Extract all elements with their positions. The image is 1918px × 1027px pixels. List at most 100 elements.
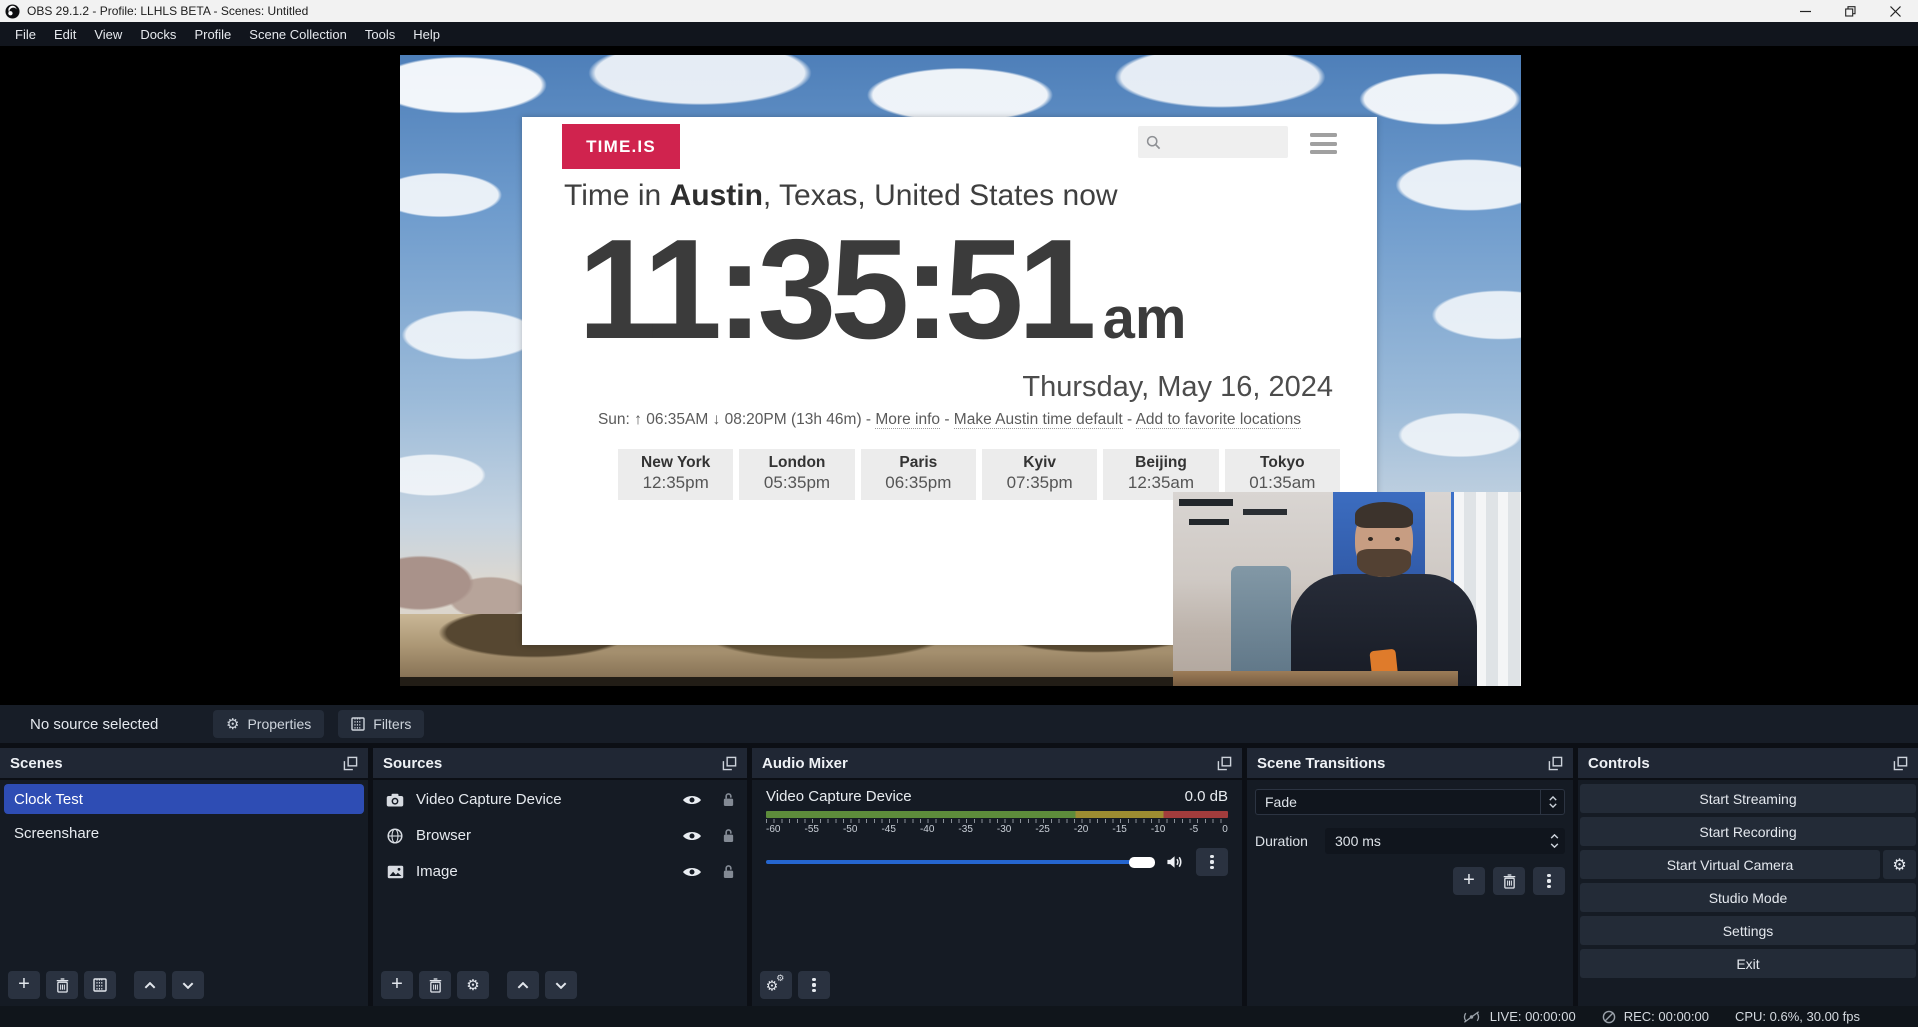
source-properties-button[interactable]: ⚙ — [457, 971, 489, 999]
source-row-browser[interactable]: Browser — [373, 819, 747, 852]
transition-properties-button[interactable] — [1533, 867, 1565, 895]
cpu-fps-status: CPU: 0.6%, 30.00 fps — [1735, 1009, 1860, 1024]
timeis-date: Thursday, May 16, 2024 — [1022, 371, 1333, 404]
settings-button[interactable]: Settings — [1580, 916, 1916, 945]
menu-view[interactable]: View — [85, 27, 131, 42]
transition-selected-value: Fade — [1256, 794, 1540, 810]
audio-mixer-panel: Audio Mixer Video Capture Device 0.0 dB … — [752, 748, 1242, 1006]
popout-icon[interactable] — [722, 756, 737, 771]
source-row-video-capture[interactable]: Video Capture Device — [373, 783, 747, 816]
timeis-sun-line: Sun: ↑ 06:35AM ↓ 08:20PM (13h 46m) - Mor… — [522, 411, 1377, 429]
filters-button[interactable]: Filters — [338, 710, 424, 738]
start-recording-button[interactable]: Start Recording — [1580, 817, 1916, 846]
duration-input-box — [1325, 828, 1565, 854]
webcam-person-head — [1355, 505, 1413, 577]
move-source-down-button[interactable] — [545, 971, 577, 999]
no-source-selected-label: No source selected — [30, 716, 213, 733]
minimize-button[interactable] — [1783, 0, 1828, 22]
city-newyork: New York12:35pm — [618, 449, 733, 500]
obs-logo-icon — [5, 4, 20, 19]
close-button[interactable] — [1873, 0, 1918, 22]
audio-mixer-title: Audio Mixer — [762, 755, 848, 772]
duration-input[interactable] — [1325, 832, 1543, 850]
scene-preview[interactable]: TIME.IS Time in Austin, Texas, United St… — [400, 55, 1521, 686]
dock-area: Scenes Clock Test Screenshare + Sources — [0, 748, 1918, 1006]
mixer-menu-button[interactable] — [798, 971, 830, 999]
lock-icon[interactable] — [722, 828, 735, 843]
visibility-eye-icon[interactable] — [682, 830, 702, 842]
meter-scale-labels: -60-55-50-45-40-35-30-25-20-15-10-50 — [766, 824, 1228, 835]
webcam-person-beard — [1357, 549, 1411, 577]
exit-button[interactable]: Exit — [1580, 949, 1916, 978]
webcam-source[interactable] — [1173, 492, 1521, 686]
menu-profile[interactable]: Profile — [185, 27, 240, 42]
remove-scene-button[interactable] — [46, 971, 78, 999]
scene-item-screenshare[interactable]: Screenshare — [4, 818, 364, 848]
menu-tools[interactable]: Tools — [356, 27, 404, 42]
menu-edit[interactable]: Edit — [45, 27, 85, 42]
window-title: OBS 29.1.2 - Profile: LLHLS BETA - Scene… — [27, 4, 308, 18]
lock-icon[interactable] — [722, 792, 735, 807]
scenes-panel-title: Scenes — [10, 755, 63, 772]
kebab-menu-icon — [812, 978, 815, 993]
popout-icon[interactable] — [343, 756, 358, 771]
speaker-icon[interactable] — [1166, 855, 1185, 869]
make-default-link: Make Austin time default — [954, 411, 1123, 429]
start-streaming-button[interactable]: Start Streaming — [1580, 784, 1916, 813]
record-inactive-icon — [1602, 1010, 1616, 1024]
move-source-up-button[interactable] — [507, 971, 539, 999]
title-bar: OBS 29.1.2 - Profile: LLHLS BETA - Scene… — [0, 0, 1918, 22]
add-source-button[interactable]: + — [381, 971, 413, 999]
add-scene-button[interactable]: + — [8, 971, 40, 999]
source-row-image[interactable]: Image — [373, 855, 747, 888]
studio-mode-button[interactable]: Studio Mode — [1580, 883, 1916, 912]
advanced-audio-button[interactable]: ⚙⚙ — [760, 971, 792, 999]
filters-icon — [351, 717, 365, 731]
webcam-background-furniture — [1179, 495, 1299, 529]
menu-scene-collection[interactable]: Scene Collection — [240, 27, 356, 42]
add-transition-button[interactable]: + — [1453, 867, 1485, 895]
visibility-eye-icon[interactable] — [682, 866, 702, 878]
source-label: Video Capture Device — [416, 791, 671, 808]
hamburger-menu-icon — [1310, 133, 1337, 154]
properties-button[interactable]: ⚙ Properties — [213, 710, 324, 738]
webcam-chair — [1231, 566, 1291, 686]
popout-icon[interactable] — [1893, 756, 1908, 771]
popout-icon[interactable] — [1217, 756, 1232, 771]
move-scene-down-button[interactable] — [172, 971, 204, 999]
live-status: LIVE: 00:00:00 — [1461, 1009, 1576, 1024]
mixer-channel-menu-button[interactable] — [1196, 848, 1228, 876]
webcam-desk — [1173, 671, 1458, 686]
menu-help[interactable]: Help — [404, 27, 449, 42]
remove-source-button[interactable] — [419, 971, 451, 999]
transition-dropdown[interactable]: Fade — [1255, 789, 1565, 815]
timeis-heading: Time in Austin, Texas, United States now — [564, 179, 1118, 213]
city-london: London05:35pm — [739, 449, 854, 500]
controls-panel-title: Controls — [1588, 755, 1650, 772]
kebab-menu-icon — [1210, 855, 1213, 870]
spinner-chevrons[interactable] — [1543, 834, 1565, 848]
lock-icon[interactable] — [722, 864, 735, 879]
menu-file[interactable]: File — [6, 27, 45, 42]
volume-slider-fill — [766, 860, 1133, 864]
clock-meridiem: am — [1103, 285, 1187, 352]
webcam-person-eye-right — [1395, 537, 1400, 541]
dropdown-chevrons-icon — [1540, 790, 1564, 814]
volume-slider-handle[interactable] — [1129, 857, 1155, 868]
scene-filters-button[interactable] — [84, 971, 116, 999]
menu-docks[interactable]: Docks — [131, 27, 185, 42]
volume-slider[interactable] — [766, 860, 1155, 865]
popout-icon[interactable] — [1548, 756, 1563, 771]
visibility-eye-icon[interactable] — [682, 794, 702, 806]
start-virtual-camera-button[interactable]: Start Virtual Camera — [1580, 850, 1880, 879]
virtual-camera-config-button[interactable]: ⚙ — [1883, 850, 1916, 879]
move-scene-up-button[interactable] — [134, 971, 166, 999]
status-bar: LIVE: 00:00:00 REC: 00:00:00 CPU: 0.6%, … — [0, 1006, 1918, 1027]
duration-label: Duration — [1255, 833, 1317, 849]
scenes-panel: Scenes Clock Test Screenshare + — [0, 748, 368, 1006]
scene-item-clock-test[interactable]: Clock Test — [4, 784, 364, 814]
timeis-search-box — [1138, 126, 1288, 158]
restore-button[interactable] — [1828, 0, 1873, 22]
remove-transition-button[interactable] — [1493, 867, 1525, 895]
favorite-link: Add to favorite locations — [1136, 411, 1301, 429]
